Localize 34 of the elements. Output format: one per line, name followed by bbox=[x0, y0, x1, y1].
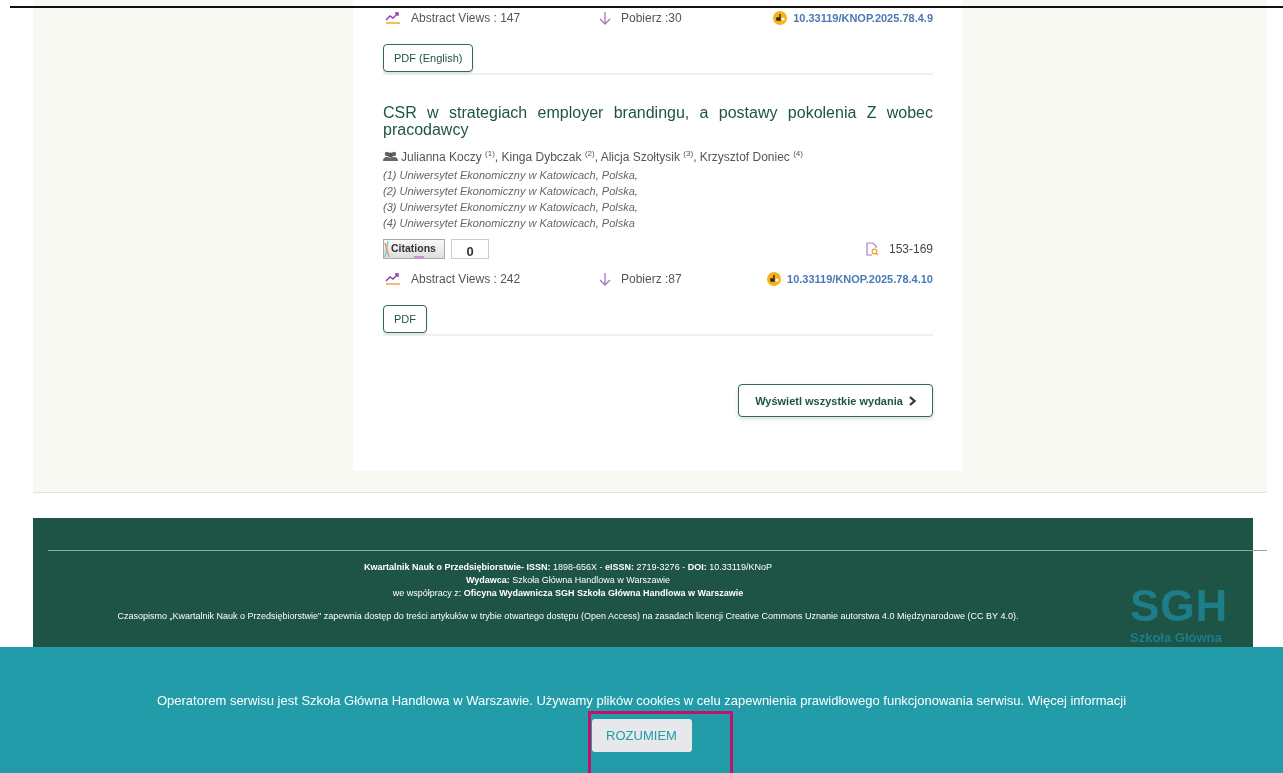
users-icon bbox=[383, 151, 398, 162]
trend-icon bbox=[385, 12, 401, 24]
affiliation: (2) Uniwersytet Ekonomiczny w Katowicach, Polska, bbox=[383, 184, 639, 199]
doi-icon bbox=[773, 11, 788, 25]
doi-link[interactable]: 10.33119/KNOP.2025.78.4.10 bbox=[787, 273, 933, 285]
doi-link[interactable]: 10.33119/KNOP.2025.78.4.9 bbox=[793, 12, 933, 24]
page-search-icon bbox=[864, 242, 879, 256]
page-range: 153-169 bbox=[888, 242, 933, 256]
affiliation: (4) Uniwersytet Ekonomiczny w Katowicach, Polska bbox=[383, 216, 636, 231]
logo-text: SGH bbox=[1130, 584, 1229, 628]
logo-subtitle: Szkoła Główna bbox=[1130, 630, 1223, 645]
chevron-right-icon bbox=[908, 395, 916, 406]
affiliation: (1) Uniwersytet Ekonomiczny w Katowicach, Polska, bbox=[383, 168, 639, 183]
affiliation: (3) Uniwersytet Ekonomiczny w Katowicach, Polska, bbox=[383, 200, 639, 215]
pdf-button[interactable]: PDF bbox=[383, 305, 427, 333]
trend-icon bbox=[385, 273, 401, 285]
download-count: Pobierz :87 bbox=[621, 272, 682, 286]
view-all-issues-button[interactable]: Wyświetl wszystkie wydania bbox=[738, 384, 933, 417]
footer-info-line: Kwartalnik Nauk o Przedsiębiorstwie- ISSN: 1898-656X - eISSN: 2719-3276 - DOI: 10.33119/KNoP bbox=[362, 561, 774, 574]
cookie-message: Operatorem serwisu jest Szkoła Główna Handlowa w Warszawie. Używamy plików cookies w celu zapewnienia prawidłowego funkcjonowania serwisu. Więcej informacji bbox=[156, 693, 1127, 708]
abstract-views-count: Abstract Views : 242 bbox=[411, 272, 521, 286]
pdf-button[interactable]: PDF (English) bbox=[383, 44, 474, 72]
citation-count: 0 bbox=[451, 239, 489, 259]
doi-icon bbox=[767, 272, 781, 286]
download-icon bbox=[599, 11, 611, 25]
author-list: Julianna Koczy $^{(1)}$, Kinga Dybczak $^{(2)}$, Alicja Szołtysik $^{(3)}$, Krzysztof Doniec $^{(4)}$ bbox=[401, 149, 803, 164]
article-title[interactable]: CSR w strategiach employer brandingu, a postawy pokolenia Z wobec pracodawcy bbox=[383, 104, 933, 138]
abstract-views-count: Abstract Views : 147 bbox=[411, 11, 521, 25]
license-text: Czasopismo „Kwartalnik Nauk o Przedsiębiorstwie" zapewnia dostęp do treści artykułów w trybie otwartego dostępu (Open Access) na zasadach licencji Creative Commons Uznanie autorstwa 4.0 Międzynarodowe (CC BY 4.0). bbox=[116, 610, 1020, 623]
download-icon bbox=[599, 272, 611, 286]
citations-badge[interactable]: Citations bbox=[383, 239, 445, 259]
footer-info-line: Wydawca: Szkoła Główna Handlowa w Warszawie bbox=[464, 574, 672, 587]
footer-info-line: we współpracy z: Oficyna Wydawnicza SGH Szkoła Główna Handlowa w Warszawie bbox=[391, 587, 745, 600]
download-count: Pobierz :30 bbox=[621, 11, 682, 25]
